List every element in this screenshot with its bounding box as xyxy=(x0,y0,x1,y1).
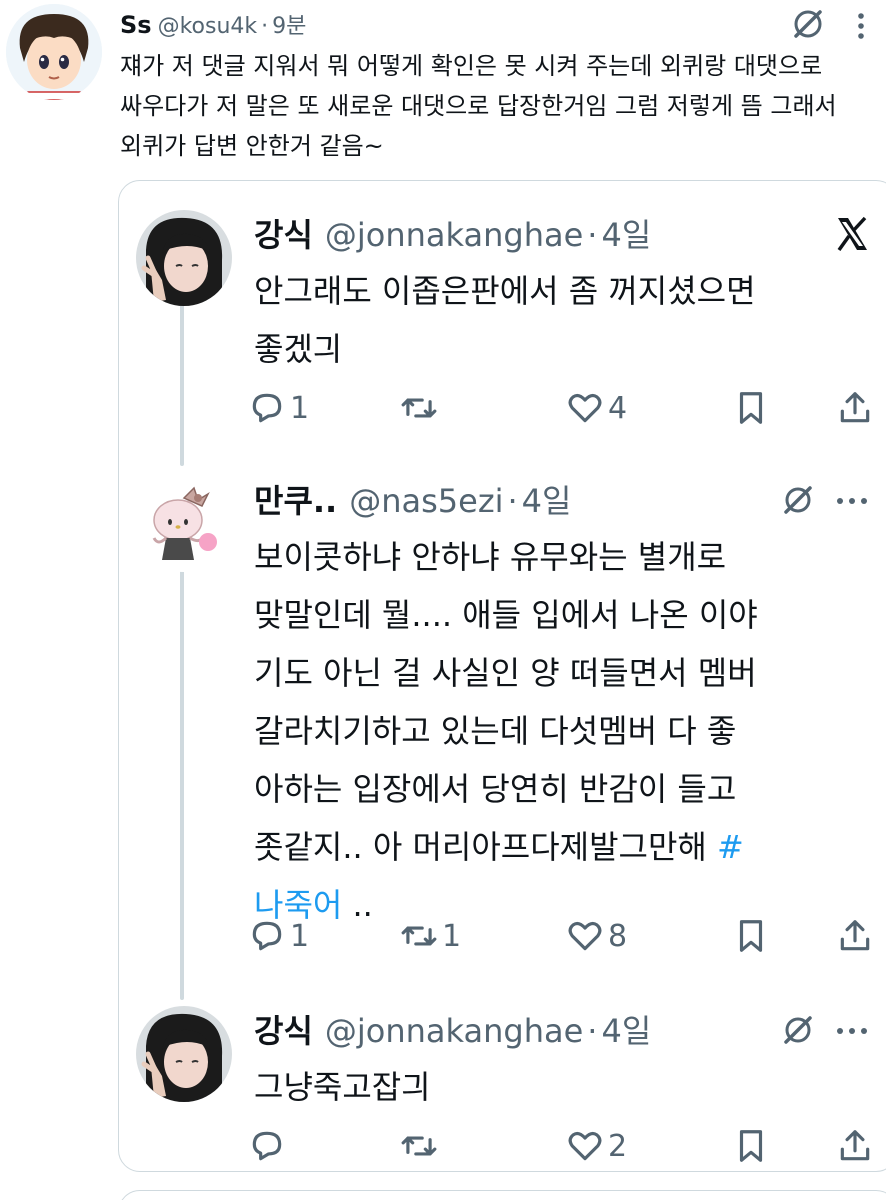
tweet-actions: 2 xyxy=(248,1124,870,1168)
author-handle[interactable]: @kosu4k xyxy=(158,14,258,39)
tweet-body: 보이콧하냐 안하냐 유무와는 별개로 맞말인데 뭘.... 애들 입에서 나온 … xyxy=(254,538,758,866)
retweet-button[interactable] xyxy=(400,1124,442,1168)
thread-tweet[interactable]: 강식 @jonnakanghae · 4일 그냥죽고잡긔 xyxy=(118,996,886,1106)
avatar[interactable] xyxy=(136,1006,232,1102)
avatar[interactable] xyxy=(6,4,102,100)
tweet-text: 쟤가 저 댓글 지워서 뭐 어떻게 확인은 못 시켜 주는데 외퀴랑 대댓으로 … xyxy=(120,52,837,160)
next-card-edge xyxy=(118,1190,886,1200)
retweet-count: 1 xyxy=(442,918,462,954)
heart-icon xyxy=(568,393,602,423)
bookmark-icon xyxy=(739,920,763,952)
x-logo-icon xyxy=(832,214,872,254)
author-name[interactable]: 강식 xyxy=(254,1006,313,1052)
share-button[interactable] xyxy=(836,1124,874,1168)
timestamp[interactable]: 4일 xyxy=(522,476,572,522)
bookmark-button[interactable] xyxy=(732,914,770,958)
share-icon xyxy=(840,920,870,951)
separator: · xyxy=(507,482,518,520)
timestamp[interactable]: 4일 xyxy=(601,1006,651,1052)
share-button[interactable] xyxy=(836,914,874,958)
share-icon xyxy=(840,1130,870,1161)
tweet-header: 만쿠.. @nas5ezi · 4일 xyxy=(254,476,571,522)
thread-tweet[interactable]: 만쿠.. @nas5ezi · 4일 보이콧하냐 안하냐 유무와는 별개로 맞말… xyxy=(118,466,886,924)
share-button[interactable] xyxy=(836,386,874,430)
like-button[interactable]: 4 xyxy=(566,386,627,430)
timestamp[interactable]: 4일 xyxy=(601,210,651,256)
avatar[interactable] xyxy=(136,210,232,306)
retweet-icon xyxy=(401,398,437,418)
retweet-icon xyxy=(401,926,437,946)
bookmark-icon xyxy=(739,1130,763,1162)
author-name[interactable]: 강식 xyxy=(254,210,313,256)
like-count: 4 xyxy=(608,390,628,426)
tweet-text: 그냥죽고잡긔 xyxy=(254,1068,431,1106)
retweet-button[interactable]: 1 xyxy=(400,914,461,958)
separator: · xyxy=(261,14,269,39)
tweet-text: 안그래도 이좁은판에서 좀 꺼지셨으면 좋겠긔 xyxy=(254,272,756,368)
tweet-header: 강식 @jonnakanghae · 4일 xyxy=(254,210,651,256)
avatar[interactable] xyxy=(136,476,232,572)
separator: · xyxy=(587,216,598,254)
reply-icon xyxy=(252,393,282,423)
outer-tweet-header: Ss @kosu4k · 9분 xyxy=(120,8,306,40)
bookmark-button[interactable] xyxy=(732,1124,770,1168)
reply-count: 1 xyxy=(290,390,310,426)
author-handle[interactable]: @jonnakanghae xyxy=(325,1012,583,1050)
timestamp[interactable]: 9분 xyxy=(272,8,306,40)
reply-button[interactable]: 1 xyxy=(248,386,309,430)
author-handle[interactable]: @jonnakanghae xyxy=(325,216,583,254)
page: Ss @kosu4k · 9분 쟤가 저 댓글 지워서 뭐 어떻게 확인은 못 … xyxy=(0,0,886,1200)
reply-icon xyxy=(252,1131,282,1161)
author-handle[interactable]: @nas5ezi xyxy=(349,482,503,520)
retweet-icon xyxy=(401,1136,437,1156)
grok-icon[interactable] xyxy=(778,1010,818,1050)
bookmark-icon xyxy=(739,392,763,424)
grok-icon[interactable] xyxy=(786,4,830,44)
reply-count: 1 xyxy=(290,918,310,954)
author-name[interactable]: Ss xyxy=(120,11,152,39)
retweet-button[interactable] xyxy=(400,386,442,430)
like-button[interactable]: 2 xyxy=(566,1124,627,1168)
like-count: 8 xyxy=(608,918,628,954)
separator: · xyxy=(587,1012,598,1050)
more-icon[interactable] xyxy=(832,486,872,516)
like-count: 2 xyxy=(608,1128,628,1164)
reply-button[interactable]: 1 xyxy=(248,914,309,958)
more-icon[interactable] xyxy=(832,1016,872,1046)
share-icon xyxy=(840,392,870,423)
author-name[interactable]: 만쿠.. xyxy=(254,476,337,522)
tweet-text: 보이콧하냐 안하냐 유무와는 별개로 맞말인데 뭘.... 애들 입에서 나온 … xyxy=(254,528,874,934)
reply-button[interactable] xyxy=(248,1124,290,1168)
more-icon[interactable] xyxy=(846,6,876,46)
grok-icon[interactable] xyxy=(778,480,818,520)
reply-icon xyxy=(252,921,282,951)
tweet-actions: 1 1 8 xyxy=(248,914,870,958)
bookmark-button[interactable] xyxy=(732,386,770,430)
like-button[interactable]: 8 xyxy=(566,914,627,958)
tweet-actions: 1 4 xyxy=(248,386,870,430)
heart-icon xyxy=(568,921,602,951)
tweet-header: 강식 @jonnakanghae · 4일 xyxy=(254,1006,651,1052)
heart-icon xyxy=(568,1131,602,1161)
